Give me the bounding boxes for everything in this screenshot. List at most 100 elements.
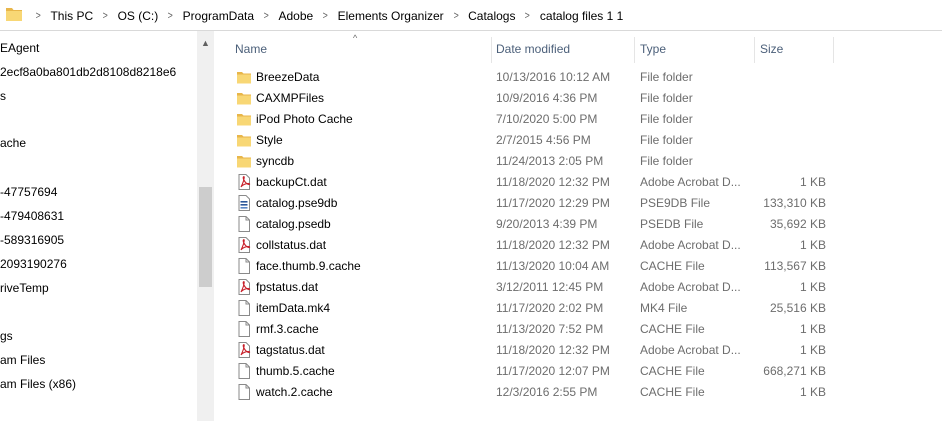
table-row[interactable]: CAXMPFiles 10/9/2016 4:36 PM File folder [214, 88, 942, 109]
table-row[interactable]: Style 2/7/2015 4:56 PM File folder [214, 130, 942, 151]
column-divider[interactable] [491, 37, 492, 63]
folder-icon [236, 111, 252, 127]
file-name: iPod Photo Cache [256, 112, 353, 126]
breadcrumb-item[interactable]: This PC [50, 9, 93, 23]
file-date-modified: 10/13/2016 10:12 AM [496, 70, 611, 84]
file-type: File folder [640, 70, 693, 84]
blank-file-icon [236, 258, 252, 274]
column-header-type[interactable]: Type [640, 31, 666, 62]
table-row[interactable]: fpstatus.dat 3/12/2011 12:45 PM Adobe Acro… [214, 277, 942, 298]
nav-item[interactable]: s [0, 85, 6, 107]
folder-icon [6, 7, 22, 21]
blank-file-icon [236, 363, 252, 379]
table-row[interactable]: collstatus.dat 11/18/2020 12:32 PM Adobe A… [214, 235, 942, 256]
nav-item[interactable]: 2ecf8a0ba801db2d8108d8218e6 [0, 61, 176, 83]
nav-item[interactable]: EAgent [0, 37, 39, 59]
database-file-icon [236, 195, 252, 211]
file-type: PSE9DB File [640, 196, 711, 210]
file-date-modified: 11/17/2020 12:29 PM [496, 196, 610, 210]
chevron-right-icon[interactable]: > [168, 10, 173, 22]
file-size: 133,310 KB [763, 196, 826, 210]
breadcrumb-item[interactable]: Adobe [278, 9, 313, 23]
file-type: CACHE File [640, 385, 705, 399]
column-divider[interactable] [833, 37, 834, 63]
column-divider[interactable] [754, 37, 755, 63]
table-row[interactable]: face.thumb.9.cache 11/13/2020 10:04 AM CAC… [214, 256, 942, 277]
table-row[interactable]: iPod Photo Cache 7/10/2020 5:00 PM File fo… [214, 109, 942, 130]
table-row[interactable]: rmf.3.cache 11/13/2020 7:52 PM CACHE File 1… [214, 319, 942, 340]
nav-scrollbar[interactable]: ▲ [197, 31, 214, 421]
chevron-right-icon[interactable]: > [36, 10, 41, 22]
table-row[interactable]: catalog.psedb 9/20/2013 4:39 PM PSEDB File… [214, 214, 942, 235]
blank-file-icon [236, 216, 252, 232]
breadcrumb-item[interactable]: Elements Organizer [338, 9, 444, 23]
file-size: 668,271 KB [763, 364, 826, 378]
nav-item[interactable]: am Files [0, 349, 45, 371]
file-name: collstatus.dat [256, 238, 327, 252]
table-row[interactable]: thumb.5.cache 11/17/2020 12:07 PM CACHE Fi… [214, 361, 942, 382]
file-type: PSEDB File [640, 217, 704, 231]
file-date-modified: 10/9/2016 4:36 PM [496, 91, 598, 105]
table-row[interactable]: itemData.mk4 11/17/2020 2:02 PM MK4 File 25… [214, 298, 942, 319]
column-divider[interactable] [634, 37, 635, 63]
file-size: 1 KB [799, 385, 826, 399]
breadcrumb-item[interactable]: OS (C:) [118, 9, 159, 23]
file-size: 1 KB [799, 175, 826, 189]
folder-icon [236, 153, 252, 169]
blank-file-icon [236, 300, 252, 316]
chevron-right-icon[interactable]: > [525, 10, 530, 22]
nav-item[interactable]: -589316905 [0, 229, 64, 251]
scrollbar-thumb[interactable] [199, 187, 212, 287]
file-name: backupCt.dat [256, 175, 327, 189]
address-bar[interactable]: > This PC > OS (C:) > ProgramData > Adobe > Eleme… [0, 0, 942, 31]
nav-item[interactable]: gs [0, 325, 13, 347]
file-size: 113,567 KB [764, 259, 826, 273]
nav-item[interactable]: -47757694 [0, 181, 57, 203]
file-type: Adobe Acrobat D... [640, 238, 741, 252]
column-header-date[interactable]: Date modified [496, 31, 570, 62]
chevron-right-icon[interactable]: > [103, 10, 108, 22]
chevron-right-icon[interactable]: > [264, 10, 269, 22]
column-header-size[interactable]: Size [760, 31, 783, 62]
table-row[interactable]: syncdb 11/24/2013 2:05 PM File folder [214, 151, 942, 172]
breadcrumb-item[interactable]: catalog files 1 1 [540, 9, 623, 23]
scroll-up-icon[interactable]: ▲ [197, 35, 214, 52]
breadcrumb: > This PC > OS (C:) > ProgramData > Adobe > Eleme… [26, 0, 624, 31]
table-row[interactable]: BreezeData 10/13/2016 10:12 AM File folder [214, 67, 942, 88]
file-date-modified: 11/13/2020 10:04 AM [496, 259, 610, 273]
file-size: 35,692 KB [769, 217, 826, 231]
file-name: BreezeData [256, 70, 320, 84]
table-row[interactable]: catalog.pse9db 11/17/2020 12:29 PM PSE9DB … [214, 193, 942, 214]
file-name: syncdb [256, 154, 295, 168]
file-name: itemData.mk4 [256, 301, 331, 315]
nav-item[interactable]: ache [0, 132, 26, 154]
chevron-right-icon[interactable]: > [453, 10, 458, 22]
table-row[interactable]: backupCt.dat 11/18/2020 12:32 PM Adobe Acr… [214, 172, 942, 193]
file-type: CACHE File [640, 364, 705, 378]
nav-item[interactable]: am Files (x86) [0, 373, 76, 395]
navigation-pane[interactable]: ▲ EAgent 2ecf8a0ba801db2d8108d8218e6 s ache… [0, 31, 214, 421]
file-date-modified: 11/13/2020 7:52 PM [496, 322, 604, 336]
file-date-modified: 11/18/2020 12:32 PM [496, 175, 610, 189]
sort-ascending-icon: ^ [353, 33, 358, 43]
file-name: catalog.psedb [256, 217, 331, 231]
file-size: 1 KB [799, 238, 826, 252]
column-header-name[interactable]: Name [235, 31, 267, 62]
file-date-modified: 11/18/2020 12:32 PM [496, 238, 610, 252]
file-name: thumb.5.cache [256, 364, 335, 378]
file-name: face.thumb.9.cache [256, 259, 361, 273]
file-date-modified: 3/12/2011 12:45 PM [496, 280, 604, 294]
table-row[interactable]: watch.2.cache 12/3/2016 2:55 PM CACHE File… [214, 382, 942, 403]
file-type: MK4 File [640, 301, 688, 315]
chevron-right-icon[interactable]: > [323, 10, 328, 22]
file-list: ^ Name Date modified Type Size BreezeDat… [214, 31, 942, 421]
nav-item[interactable]: -479408631 [0, 205, 64, 227]
breadcrumb-item[interactable]: Catalogs [468, 9, 515, 23]
breadcrumb-item[interactable]: ProgramData [183, 9, 254, 23]
nav-item[interactable]: riveTemp [0, 277, 49, 299]
nav-item[interactable]: 2093190276 [0, 253, 67, 275]
file-name: tagstatus.dat [256, 343, 325, 357]
table-row[interactable]: tagstatus.dat 11/18/2020 12:32 PM Adobe Ac… [214, 340, 942, 361]
file-type: File folder [640, 133, 693, 147]
folder-icon [236, 69, 252, 85]
